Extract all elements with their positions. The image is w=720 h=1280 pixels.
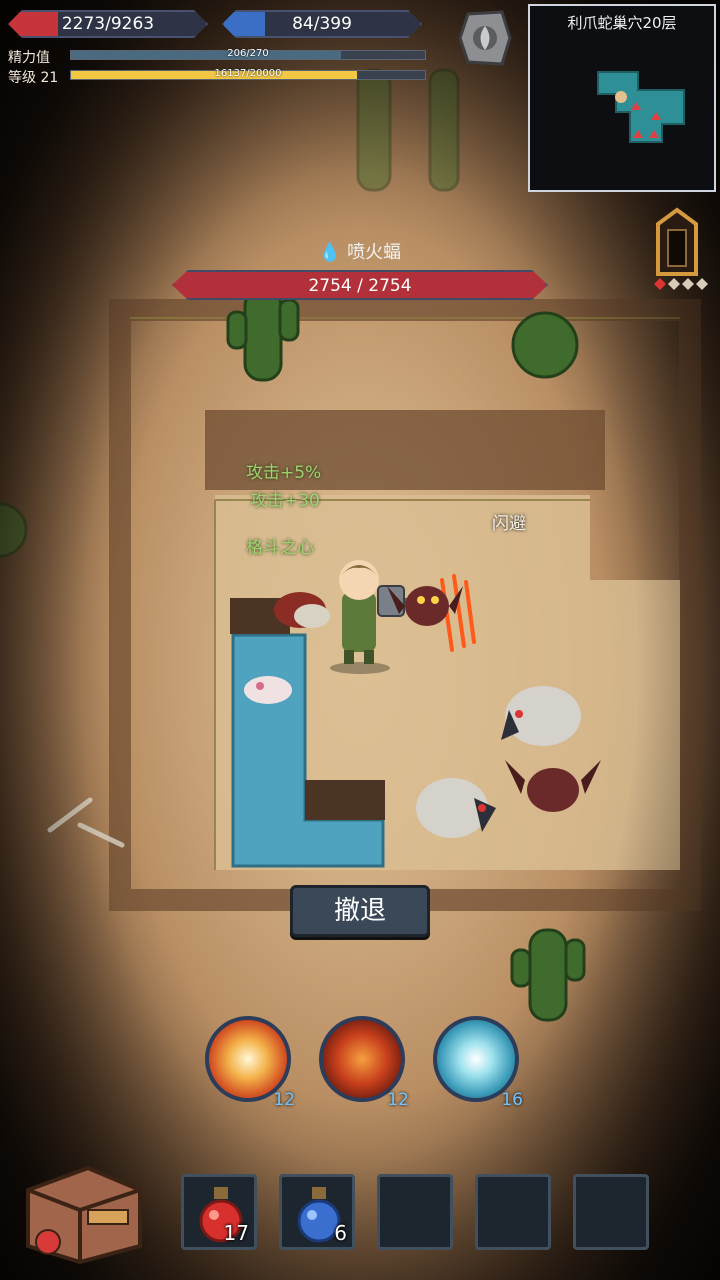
mp-bar: 84/399 [222, 10, 422, 38]
water-drop-icon: 💧 [318, 242, 342, 263]
hp-bar: 2273/9263 [8, 10, 208, 38]
skill-explosion[interactable]: 12 [205, 1016, 295, 1110]
boss-name: 喷火蝠 [347, 242, 402, 263]
backpack-icon[interactable] [18, 1150, 146, 1264]
fire-bat-enemy [387, 586, 463, 626]
hp-text: 2273/9263 [61, 14, 155, 34]
item-count: 17 [223, 1221, 249, 1245]
item-slot-3[interactable] [377, 1174, 453, 1250]
boss-hp-text: 2754 / 2754 [308, 276, 412, 296]
skill-cooldown-count: 16 [501, 1090, 523, 1110]
xp-bar: 16137/20000 [70, 68, 426, 80]
dodge-text: 闪避 [492, 514, 526, 534]
buff-text-attack-percent: 攻击+5% [246, 463, 322, 483]
stamina-text: 206/270 [227, 48, 269, 59]
pet-critter [244, 676, 292, 704]
boss-name-row: 💧 喷火蝠 [260, 238, 460, 264]
skill-fire-vortex[interactable]: 12 [319, 1016, 409, 1110]
yeti-beast-enemy [501, 686, 601, 812]
retreat-button[interactable]: 撤退 [290, 885, 430, 937]
buff-text-fighting-spirit: 格斗之心 [246, 538, 314, 558]
mp-text: 84/399 [292, 14, 352, 34]
skill-cooldown-count: 12 [273, 1090, 295, 1110]
xp-text: 16137/20000 [214, 68, 282, 79]
item-slot-5[interactable] [573, 1174, 649, 1250]
level-label: 等级 21 [8, 70, 59, 86]
skill-cooldown-count: 12 [387, 1090, 409, 1110]
stamina-bar: 206/270 [70, 48, 426, 60]
game-screen: 2273/9263 84/399 精力值 206/270 等级 21 16137… [0, 0, 720, 1280]
rune-stone-menu-icon[interactable] [458, 8, 512, 66]
buff-text-attack-flat: 攻击+30 [250, 491, 320, 511]
minimap[interactable]: 利爪蛇巢穴20层 [528, 4, 716, 192]
yeti-beast-enemy-2 [416, 778, 496, 838]
minimap-rooms [597, 71, 685, 143]
minimap-player-marker [615, 91, 627, 103]
relic-frame-icon[interactable] [646, 206, 708, 296]
item-slot-4[interactable] [475, 1174, 551, 1250]
item-slot-2[interactable]: 6 [279, 1174, 355, 1250]
boss-hp-bar: 2754 / 2754 [172, 270, 548, 300]
item-count: 6 [334, 1221, 347, 1245]
item-slot-1[interactable]: 17 [181, 1174, 257, 1250]
stamina-label: 精力值 [8, 50, 50, 66]
skill-ice-burst[interactable]: 16 [433, 1016, 523, 1110]
